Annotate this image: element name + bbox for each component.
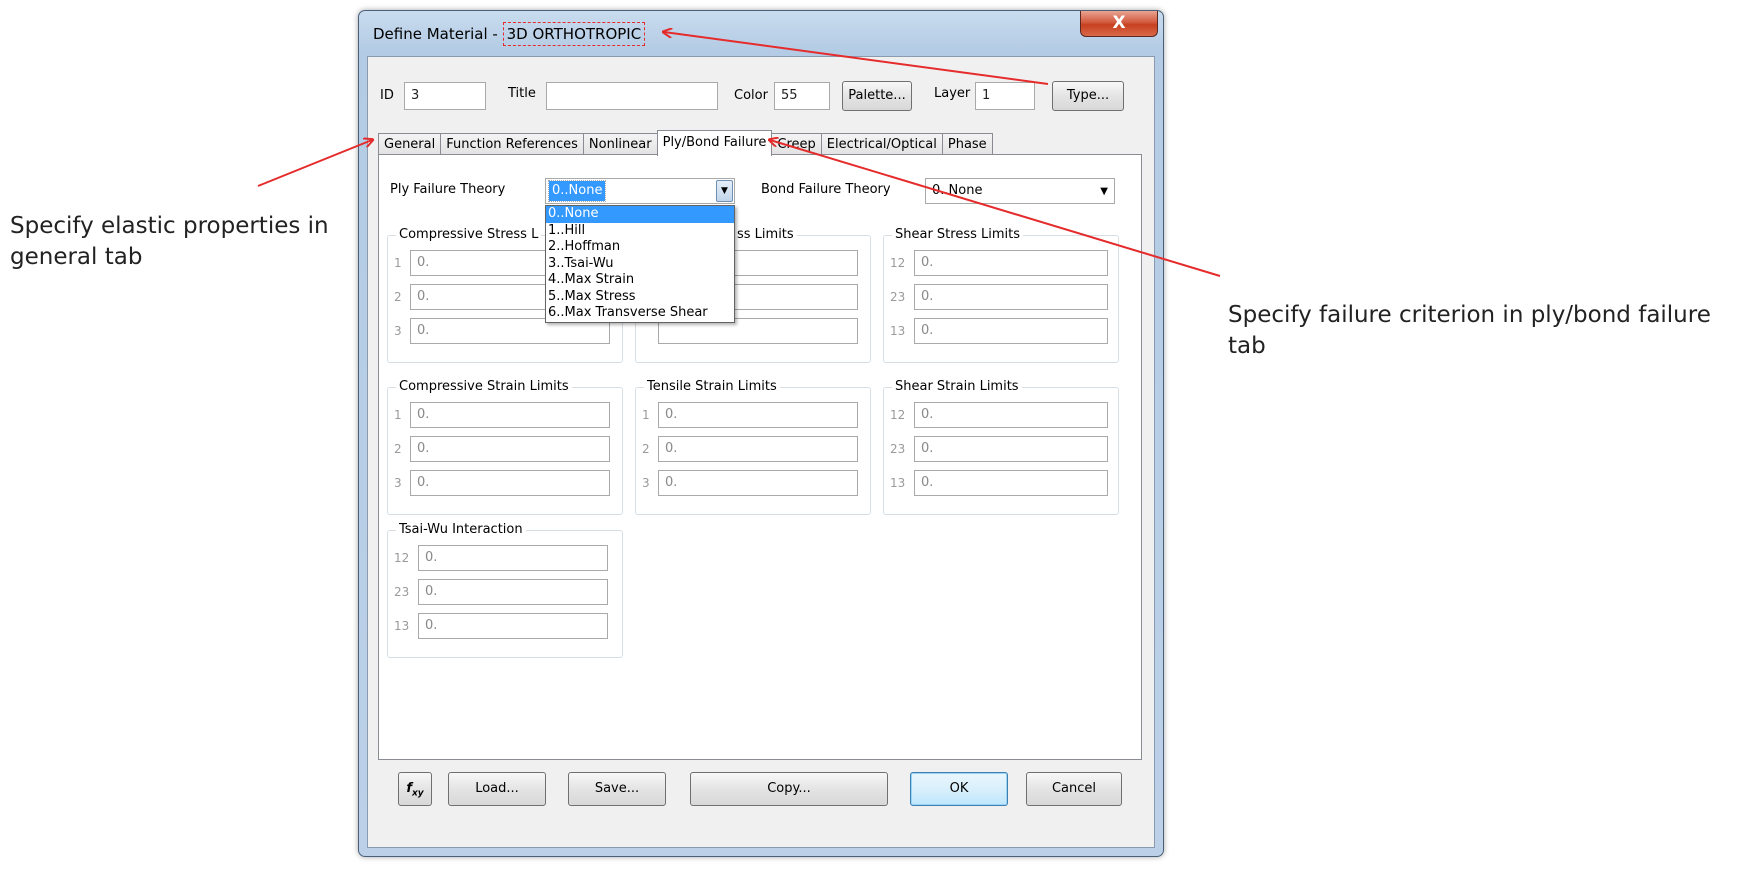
row-label: 13	[394, 619, 410, 633]
tab-strip: General Function References Nonlinear Pl…	[378, 130, 993, 156]
row-label: 2	[394, 290, 402, 304]
ply-failure-selected-value: 0..None	[547, 180, 607, 202]
ply-bond-failure-panel: Ply Failure Theory 0..None ▼ Bond Failur…	[378, 154, 1142, 760]
cancel-button[interactable]: Cancel	[1026, 772, 1122, 806]
compressive-strain-limits-group: Compressive Strain Limits 1 0. 2 0. 3 0.	[387, 379, 623, 515]
row-label: 2	[394, 442, 402, 456]
row-label: 23	[890, 442, 906, 456]
tensile-strain-3-field[interactable]: 0.	[658, 470, 858, 496]
ok-button[interactable]: OK	[910, 772, 1008, 806]
shear-strain-23-field[interactable]: 0.	[914, 436, 1108, 462]
dropdown-option[interactable]: 1..Hill	[546, 223, 734, 240]
annotation-general-tab: Specify elastic properties in general ta…	[10, 213, 329, 270]
tab-electrical-optical[interactable]: Electrical/Optical	[820, 133, 942, 155]
compressive-strain-1-field[interactable]: 0.	[410, 402, 610, 428]
copy-button[interactable]: Copy...	[690, 772, 888, 806]
tab-general[interactable]: General	[378, 133, 441, 155]
tab-ply-bond-failure[interactable]: Ply/Bond Failure	[656, 130, 773, 156]
function-xy-icon: fxy	[406, 781, 424, 799]
save-button[interactable]: Save...	[568, 772, 666, 806]
dialog-client-area: ID 3 Title Color 55 Palette... Layer 1 T…	[367, 56, 1155, 848]
row-label: 2	[642, 442, 650, 456]
row-label: 13	[890, 324, 906, 338]
load-button[interactable]: Load...	[448, 772, 546, 806]
dropdown-option[interactable]: 6..Max Transverse Shear	[546, 305, 734, 322]
define-material-dialog: Define Material - 3D ORTHOTROPIC X ID 3 …	[358, 10, 1164, 857]
title-bar[interactable]: Define Material - 3D ORTHOTROPIC X	[359, 11, 1163, 55]
tab-function-references[interactable]: Function References	[440, 133, 583, 155]
dropdown-option[interactable]: 3..Tsai-Wu	[546, 256, 734, 273]
dropdown-option[interactable]: 0..None	[546, 206, 734, 223]
tensile-strain-limits-group: Tensile Strain Limits 1 0. 2 0. 3 0.	[635, 379, 871, 515]
group-title: Shear Strain Limits	[892, 379, 1022, 394]
chevron-down-icon[interactable]: ▼	[716, 180, 733, 202]
group-title: ss Limits	[734, 227, 797, 242]
row-label: 1	[642, 408, 650, 422]
bond-failure-theory-label: Bond Failure Theory	[761, 182, 891, 197]
ply-failure-theory-label: Ply Failure Theory	[390, 182, 506, 197]
close-button[interactable]: X	[1080, 11, 1158, 37]
row-label: 12	[890, 256, 906, 270]
title-prefix: Define Material -	[373, 25, 503, 43]
layer-field[interactable]: 1	[975, 82, 1035, 110]
compressive-strain-3-field[interactable]: 0.	[410, 470, 610, 496]
row-label: 13	[890, 476, 906, 490]
group-title: Compressive Stress L	[396, 227, 542, 242]
window-title: Define Material - 3D ORTHOTROPIC	[373, 22, 646, 46]
tab-creep[interactable]: Creep	[772, 133, 821, 155]
chevron-down-icon[interactable]: ▼	[1100, 180, 1108, 204]
arrow-to-general-tab	[257, 140, 372, 187]
dropdown-option[interactable]: 5..Max Stress	[546, 289, 734, 306]
row-label: 12	[890, 408, 906, 422]
row-label: 3	[394, 324, 402, 338]
shear-stress-limits-group: Shear Stress Limits 12 0. 23 0. 13 0.	[883, 227, 1119, 363]
row-label: 12	[394, 551, 410, 565]
annotation-failure-tab: Specify failure criterion in ply/bond fa…	[1228, 302, 1711, 359]
row-label: 1	[394, 408, 402, 422]
function-xy-button[interactable]: fxy	[398, 772, 432, 806]
ply-failure-theory-select[interactable]: 0..None ▼	[545, 178, 735, 204]
tsai-wu-23-field[interactable]: 0.	[418, 579, 608, 605]
layer-label: Layer	[934, 86, 971, 101]
group-title: Tsai-Wu Interaction	[396, 522, 526, 537]
shear-stress-23-field[interactable]: 0.	[914, 284, 1108, 310]
title-label: Title	[508, 86, 536, 101]
shear-strain-12-field[interactable]: 0.	[914, 402, 1108, 428]
tensile-strain-2-field[interactable]: 0.	[658, 436, 858, 462]
bond-failure-theory-select[interactable]: 0..None ▼	[925, 178, 1115, 204]
group-title: Tensile Strain Limits	[644, 379, 780, 394]
tab-phase[interactable]: Phase	[941, 133, 993, 155]
row-label: 3	[394, 476, 402, 490]
bond-failure-selected-value: 0..None	[932, 183, 983, 198]
color-field[interactable]: 55	[774, 82, 830, 110]
row-label: 23	[890, 290, 906, 304]
palette-button[interactable]: Palette...	[842, 81, 912, 111]
group-title: Shear Stress Limits	[892, 227, 1024, 242]
row-label: 23	[394, 585, 410, 599]
tsai-wu-13-field[interactable]: 0.	[418, 613, 608, 639]
color-label: Color	[734, 88, 768, 103]
id-label: ID	[380, 88, 394, 103]
dropdown-option[interactable]: 4..Max Strain	[546, 272, 734, 289]
tab-nonlinear[interactable]: Nonlinear	[582, 133, 657, 155]
row-label: 3	[642, 476, 650, 490]
ply-failure-theory-dropdown: 0..None 1..Hill 2..Hoffman 3..Tsai-Wu 4.…	[545, 205, 735, 323]
row-label: 1	[394, 256, 402, 270]
tsai-wu-interaction-group: Tsai-Wu Interaction 12 0. 23 0. 13 0.	[387, 522, 623, 658]
shear-strain-limits-group: Shear Strain Limits 12 0. 23 0. 13 0.	[883, 379, 1119, 515]
tensile-strain-1-field[interactable]: 0.	[658, 402, 858, 428]
tsai-wu-12-field[interactable]: 0.	[418, 545, 608, 571]
dropdown-option[interactable]: 2..Hoffman	[546, 239, 734, 256]
group-title: Compressive Strain Limits	[396, 379, 572, 394]
close-icon: X	[1112, 13, 1126, 33]
type-button[interactable]: Type...	[1052, 81, 1124, 111]
shear-strain-13-field[interactable]: 0.	[914, 470, 1108, 496]
id-field[interactable]: 3	[404, 82, 486, 110]
material-type-title: 3D ORTHOTROPIC	[502, 22, 646, 46]
shear-stress-12-field[interactable]: 0.	[914, 250, 1108, 276]
compressive-strain-2-field[interactable]: 0.	[410, 436, 610, 462]
title-field[interactable]	[546, 82, 718, 110]
shear-stress-13-field[interactable]: 0.	[914, 318, 1108, 344]
